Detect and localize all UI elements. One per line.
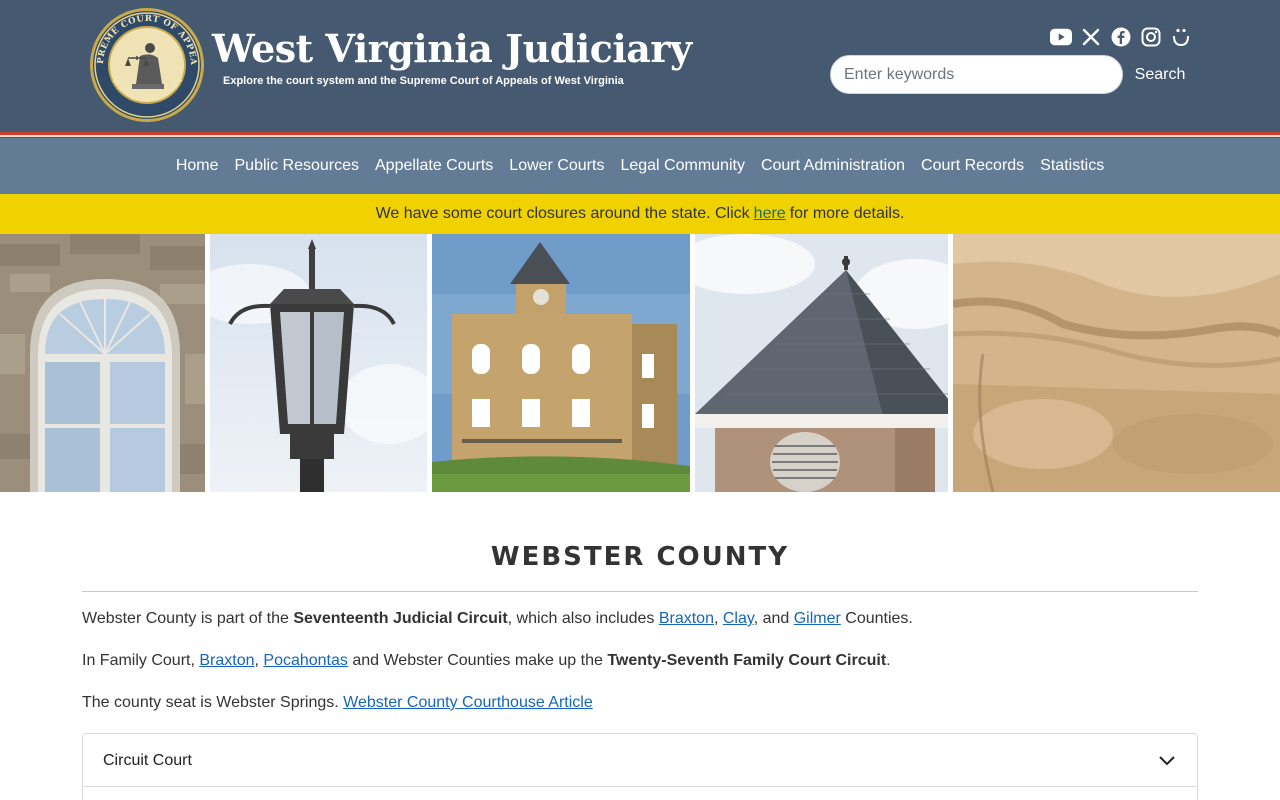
p1-sep: ,: [713, 610, 723, 627]
site-tagline: Explore the court system and the Supreme…: [223, 75, 624, 87]
family-braxton-link[interactable]: Braxton: [199, 652, 254, 669]
search-input[interactable]: [830, 55, 1123, 94]
circuit-info-paragraph: Webster County is part of the Seventeent…: [82, 610, 913, 628]
closure-alert-banner: We have some court closures around the s…: [0, 194, 1280, 234]
braxton-link[interactable]: Braxton: [659, 610, 714, 627]
p2-text-2: and Webster Counties make up the: [347, 652, 608, 669]
nav-item-home[interactable]: Home: [176, 157, 219, 175]
hero-photo-sandstone: [953, 234, 1280, 492]
p3-text-1: The county seat is Webster Springs.: [82, 694, 344, 711]
courthouse-article-link[interactable]: Webster County Courthouse Article: [343, 694, 593, 711]
nav-item-court-administration[interactable]: Court Administration: [761, 157, 905, 175]
social-links: [1050, 26, 1192, 48]
alert-text-before: We have some court closures around the s…: [375, 205, 750, 222]
p2-text-1: In Family Court,: [82, 652, 200, 669]
hero-photo-arched-window: [0, 234, 205, 492]
accordion-circuit-court-header[interactable]: Circuit Court: [83, 734, 1197, 787]
header-accent-stripe-light: [0, 135, 1280, 137]
nav-item-court-records[interactable]: Court Records: [921, 157, 1024, 175]
hero-photo-slate-roof: [695, 234, 948, 492]
court-seal-logo[interactable]: SUPREME COURT OF APPEALS WEST VIRGINIA: [88, 6, 206, 124]
nav-item-public-resources[interactable]: Public Resources: [235, 157, 360, 175]
pocahontas-link[interactable]: Pocahontas: [263, 652, 348, 669]
hero-photo-lamp-post: [210, 234, 427, 492]
clay-link[interactable]: Clay: [723, 610, 754, 627]
nav-item-statistics[interactable]: Statistics: [1040, 157, 1104, 175]
smile-icon[interactable]: [1170, 26, 1192, 48]
chevron-down-icon: [1159, 756, 1175, 766]
search-button[interactable]: Search: [1128, 55, 1192, 94]
main-nav: Home Public Resources Appellate Courts L…: [0, 138, 1280, 194]
p1-text-3: , and: [753, 610, 794, 627]
p2-family-circuit-name: Twenty-Seventh Family Court Circuit: [607, 652, 887, 669]
p1-text-2: , which also includes: [507, 610, 659, 627]
accordion-label: Circuit Court: [103, 752, 192, 769]
alert-text-after: for more details.: [789, 205, 905, 222]
youtube-icon[interactable]: [1050, 26, 1072, 48]
nav-item-legal-community[interactable]: Legal Community: [620, 157, 745, 175]
gilmer-link[interactable]: Gilmer: [794, 610, 841, 627]
court-accordion: Circuit Court: [82, 733, 1198, 800]
nav-item-appellate-courts[interactable]: Appellate Courts: [375, 157, 493, 175]
instagram-icon[interactable]: [1140, 26, 1162, 48]
hero-photo-strip: [0, 234, 1280, 492]
site-title[interactable]: West Virginia Judiciary: [212, 26, 692, 71]
p1-text-4: Counties.: [840, 610, 913, 627]
page-title: WEBSTER COUNTY: [490, 542, 790, 572]
facebook-icon[interactable]: [1110, 26, 1132, 48]
x-icon[interactable]: [1080, 26, 1102, 48]
title-divider: [82, 591, 1198, 592]
p1-circuit-name: Seventeenth Judicial Circuit: [293, 610, 508, 627]
county-seat-paragraph: The county seat is Webster Springs. Webs…: [82, 694, 593, 712]
site-header: SUPREME COURT OF APPEALS WEST VIRGINIA W…: [0, 0, 1280, 132]
nav-item-lower-courts[interactable]: Lower Courts: [509, 157, 604, 175]
p1-text-1: Webster County is part of the: [82, 610, 294, 627]
p2-text-3: .: [886, 652, 891, 669]
family-court-paragraph: In Family Court, Braxton, Pocahontas and…: [82, 652, 891, 670]
alert-here-link[interactable]: here: [754, 205, 786, 223]
hero-photo-courthouse: [432, 234, 690, 492]
